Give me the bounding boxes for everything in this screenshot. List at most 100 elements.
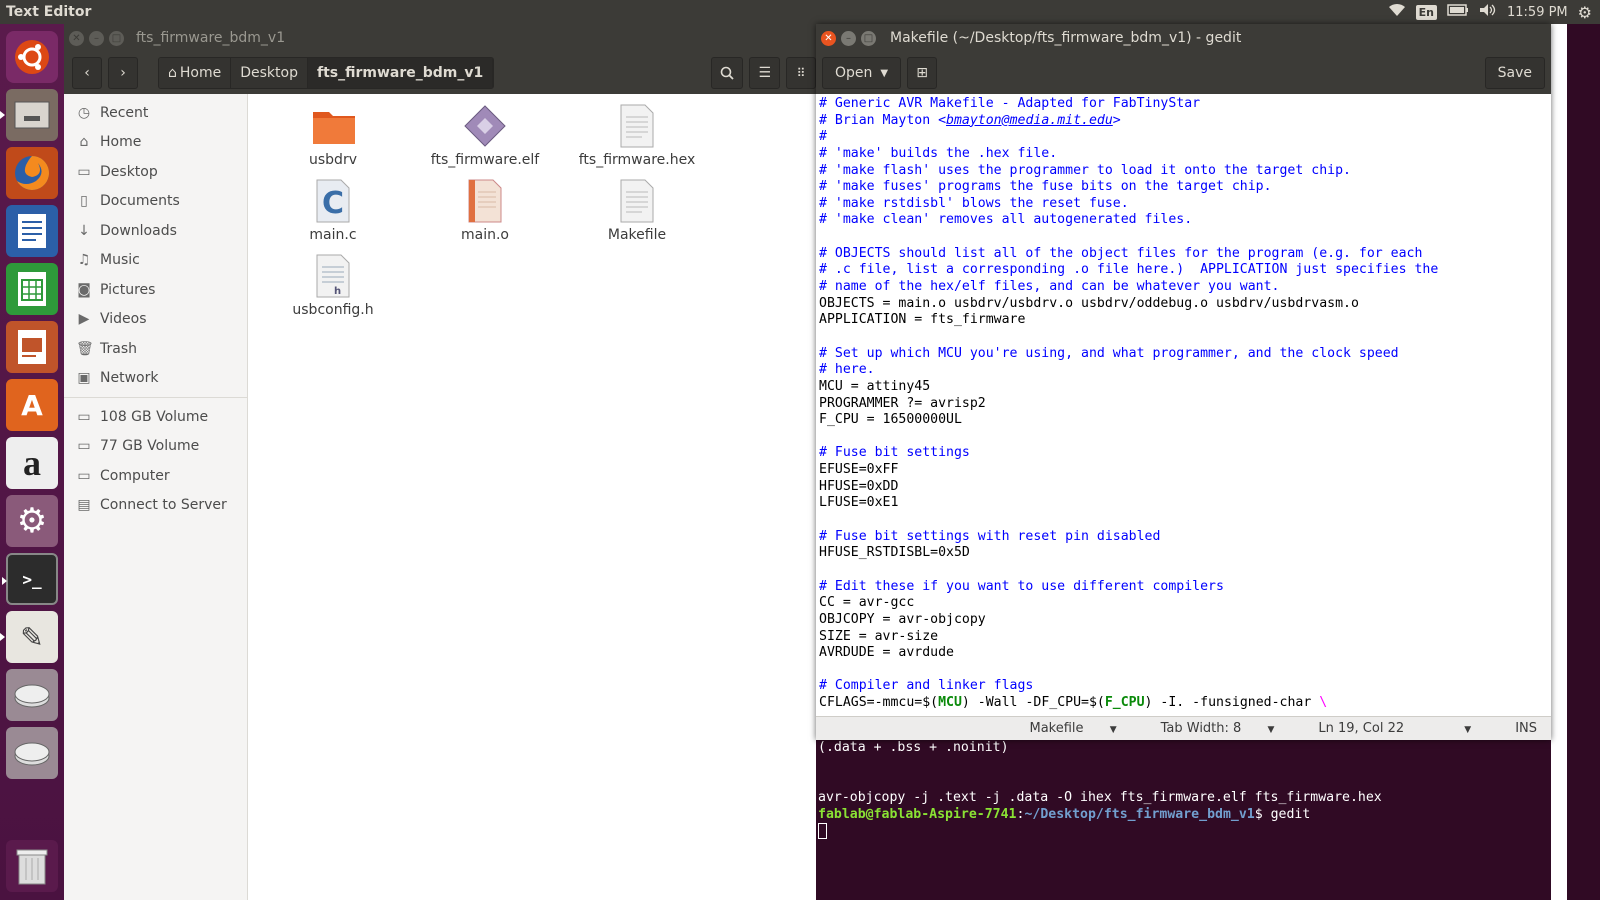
maximize-icon[interactable]: □ xyxy=(109,30,124,46)
sidebar-item-videos[interactable]: ▶ Videos xyxy=(64,305,247,335)
firefox-icon[interactable] xyxy=(6,147,58,199)
minimize-icon[interactable]: – xyxy=(89,30,104,46)
back-button[interactable]: ‹ xyxy=(72,57,102,89)
terminal-line: avr-objcopy -j .text -j .data -O ihex ft… xyxy=(818,789,1382,805)
file-item[interactable]: Makefile xyxy=(562,179,712,243)
strip-char: u xyxy=(1551,552,1559,567)
text-file-icon xyxy=(615,179,659,223)
calc-icon[interactable] xyxy=(6,263,58,315)
save-button[interactable]: Save xyxy=(1484,57,1545,89)
minimize-icon[interactable]: – xyxy=(841,30,856,46)
editor-text-area[interactable]: # Generic AVR Makefile - Adapted for Fab… xyxy=(816,94,1551,716)
server-icon: ▤ xyxy=(77,497,91,514)
text-editor-icon[interactable]: ✎ xyxy=(0,611,58,663)
sidebar-item-downloads[interactable]: ↓ Downloads xyxy=(64,216,247,246)
files-icon[interactable] xyxy=(0,89,58,141)
code-line: LFUSE=0xE1 xyxy=(819,495,899,511)
search-icon[interactable] xyxy=(711,57,744,89)
gedit-toolbar: Open ▼ ⊞ Save xyxy=(816,52,1551,94)
close-icon[interactable]: ✕ xyxy=(821,30,836,46)
file-item[interactable]: usbdrv xyxy=(258,104,408,168)
sidebar-item-documents[interactable]: ▯ Documents xyxy=(64,187,247,217)
battery-icon[interactable] xyxy=(1447,4,1469,20)
file-item[interactable]: h usbconfig.h xyxy=(258,254,408,318)
tab-width-selector[interactable]: Tab Width: 8 ▼ xyxy=(1161,721,1297,736)
code-line: # name of the hex/elf files, and can be … xyxy=(819,279,1280,295)
close-icon[interactable]: ✕ xyxy=(69,30,84,46)
code-line: OBJECTS = main.o usbdrv/usbdrv.o usbdrv/… xyxy=(819,295,1359,311)
launcher: A a ⚙ >_ ✎ xyxy=(0,24,64,900)
maximize-icon[interactable]: □ xyxy=(861,30,876,46)
language-selector[interactable]: Makefile ▼ xyxy=(1030,721,1139,736)
svg-text:h: h xyxy=(334,286,341,297)
clock-icon: ◷ xyxy=(77,104,91,121)
home-icon: ⌂ xyxy=(168,65,177,81)
writer-icon[interactable] xyxy=(6,205,58,257)
trash-icon[interactable] xyxy=(6,840,58,892)
sidebar-item-volume-77[interactable]: ▭ 77 GB Volume xyxy=(64,432,247,462)
software-center-icon[interactable]: A xyxy=(6,379,58,431)
file-item[interactable]: fts_firmware.hex xyxy=(562,104,712,168)
list-view-icon[interactable]: ☰ xyxy=(749,57,780,89)
strip-char: ] xyxy=(1551,369,1559,384)
code-line: # Brian Mayton <bmayton@media.mit.edu> xyxy=(819,112,1121,128)
sidebar-item-desktop[interactable]: ▭ Desktop xyxy=(64,157,247,187)
background-terminal-strip: i ] i i l v u xyxy=(1551,24,1600,900)
keyboard-layout-indicator[interactable]: En xyxy=(1415,4,1437,20)
executable-icon xyxy=(463,104,507,148)
amazon-icon[interactable]: a xyxy=(6,437,58,489)
active-app-title: Text Editor xyxy=(6,4,92,20)
volume-icon[interactable] xyxy=(1479,3,1497,21)
clock[interactable]: 11:59 PM xyxy=(1507,5,1568,20)
object-file-icon xyxy=(463,179,507,223)
grid-view-icon[interactable]: ⠿ xyxy=(786,57,816,89)
terminal-cursor xyxy=(818,823,827,840)
sidebar-item-home[interactable]: ⌂ Home xyxy=(64,128,247,158)
file-item[interactable]: main.o xyxy=(410,179,560,243)
ubuntu-dash-icon[interactable] xyxy=(6,31,58,83)
code-line: # Compiler and linker flags xyxy=(819,678,1034,694)
chevron-down-icon: ▼ xyxy=(1109,725,1117,735)
cursor-position[interactable]: Ln 19, Col 22 ▼ xyxy=(1318,721,1493,736)
sidebar-item-music[interactable]: ♫ Music xyxy=(64,246,247,276)
crumb-desktop[interactable]: Desktop xyxy=(231,58,308,88)
sidebar-item-volume-108[interactable]: ▭ 108 GB Volume xyxy=(64,402,247,432)
wifi-icon[interactable] xyxy=(1388,3,1406,21)
gear-icon[interactable]: ⚙ xyxy=(1578,3,1592,22)
new-tab-button[interactable]: ⊞ xyxy=(907,57,938,89)
sidebar-item-trash[interactable]: 🗑 Trash xyxy=(64,334,247,364)
terminal-prompt-line: fablab@fablab-Aspire-7741:~/Desktop/fts_… xyxy=(818,806,1311,822)
file-item[interactable]: C main.c xyxy=(258,179,408,243)
sidebar-item-connect-server[interactable]: ▤ Connect to Server xyxy=(64,491,247,521)
terminal-window[interactable]: (.data + .bss + .noinit) avr-objcopy -j .… xyxy=(816,740,1551,900)
terminal-icon[interactable]: >_ xyxy=(2,553,58,605)
header-file-icon: h xyxy=(311,254,355,298)
sidebar-item-network[interactable]: ▣ Network xyxy=(64,364,247,394)
crumb-current[interactable]: fts_firmware_bdm_v1 xyxy=(307,58,494,88)
desktop-icon: ▭ xyxy=(77,163,91,180)
impress-icon[interactable] xyxy=(6,321,58,373)
code-line: # Generic AVR Makefile - Adapted for Fab… xyxy=(819,96,1201,111)
sidebar-item-pictures[interactable]: ◙ Pictures xyxy=(64,275,247,305)
code-line: PROGRAMMER ?= avrisp2 xyxy=(819,395,986,411)
sidebar-item-recent[interactable]: ◷ Recent xyxy=(64,98,247,128)
code-line: # 'make flash' uses the programmer to lo… xyxy=(819,162,1351,178)
open-button[interactable]: Open ▼ xyxy=(822,57,902,89)
sidebar-item-computer[interactable]: ▭ Computer xyxy=(64,461,247,491)
network-icon: ▣ xyxy=(77,370,91,387)
drive-icon[interactable] xyxy=(6,727,58,779)
crumb-home[interactable]: ⌂ Home xyxy=(159,58,232,88)
code-line: APPLICATION = fts_firmware xyxy=(819,312,1026,328)
insert-mode[interactable]: INS xyxy=(1515,721,1537,736)
chevron-down-icon: ▼ xyxy=(1267,725,1275,735)
drive-icon[interactable] xyxy=(6,669,58,721)
system-settings-icon[interactable]: ⚙ xyxy=(6,495,58,547)
code-line: CFLAGS=-mmcu=$(MCU) -Wall -DF_CPU=$(F_CP… xyxy=(819,695,1328,711)
file-item[interactable]: fts_firmware.elf xyxy=(410,104,560,168)
document-icon: ▯ xyxy=(80,193,88,210)
prompt-path: ~/Desktop/fts_firmware_bdm_v1 xyxy=(1024,806,1255,822)
forward-button[interactable]: › xyxy=(108,57,138,89)
